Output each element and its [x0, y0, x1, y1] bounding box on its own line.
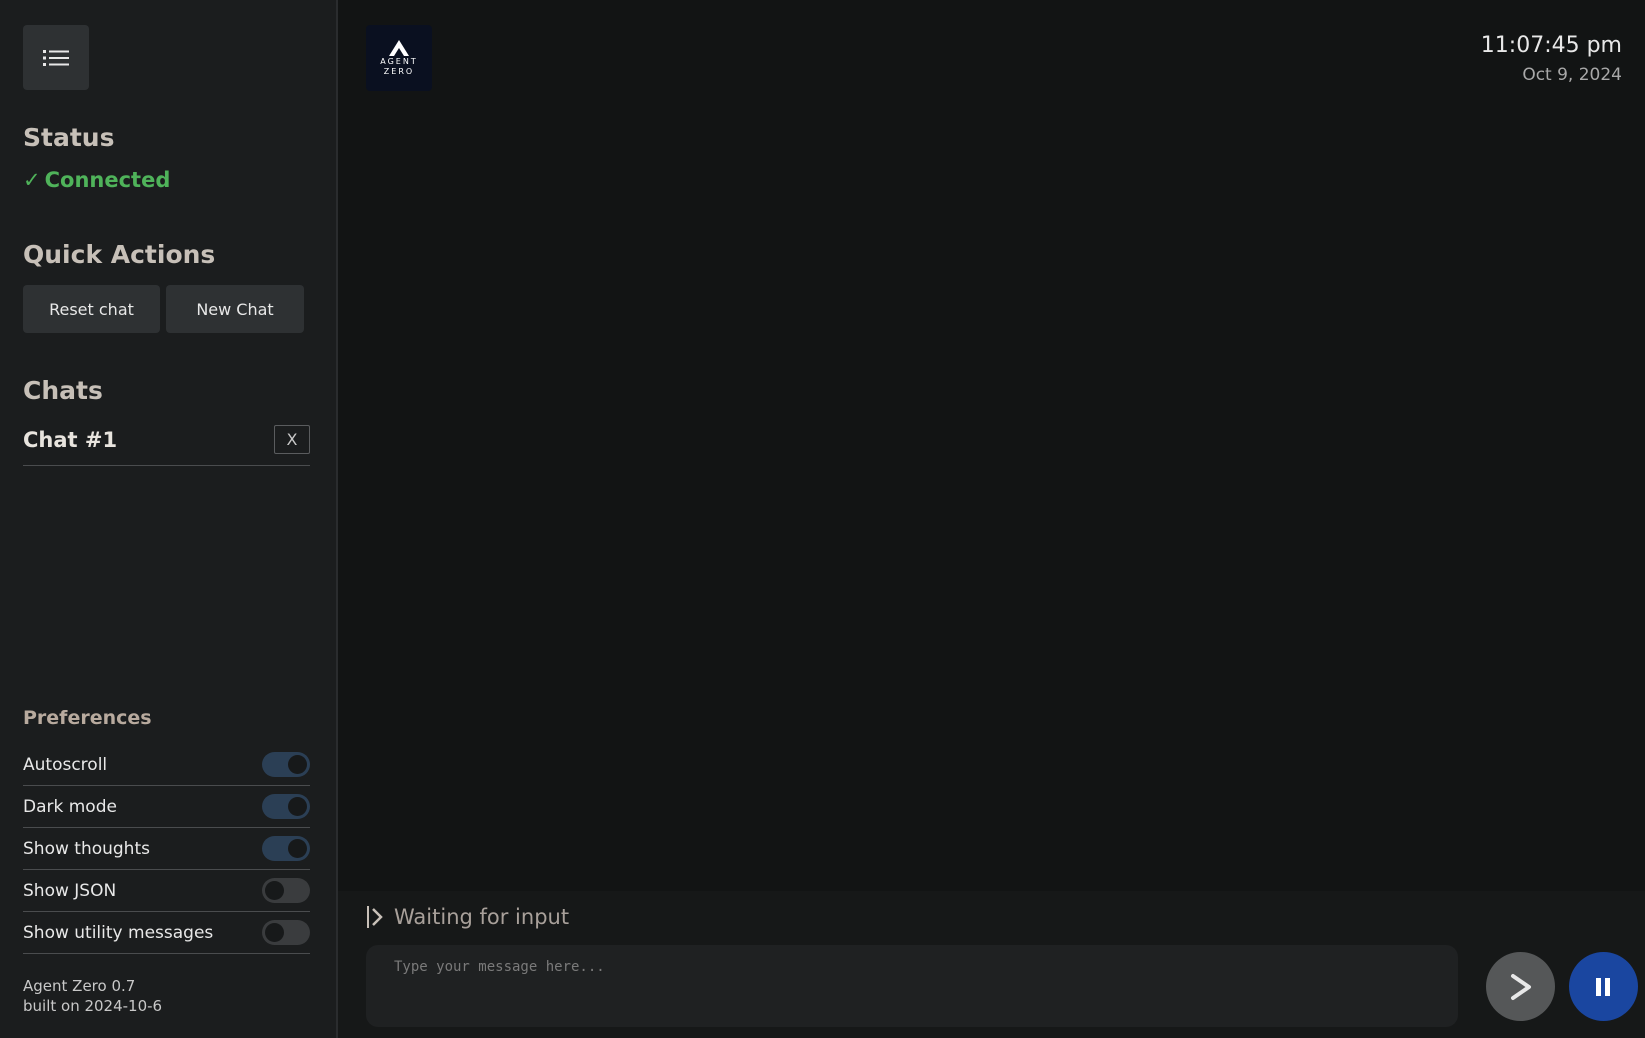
- version-name: Agent Zero 0.7: [23, 977, 136, 995]
- preferences-list: Autoscroll Dark mode Show thoughts Show …: [23, 744, 310, 954]
- pause-button[interactable]: [1569, 952, 1638, 1021]
- chat-list-item[interactable]: Chat #1 X: [23, 425, 310, 466]
- pref-show-utility: Show utility messages: [23, 912, 310, 954]
- pref-dark-mode: Dark mode: [23, 786, 310, 828]
- show-utility-toggle[interactable]: [262, 920, 310, 945]
- chats-heading: Chats: [23, 376, 103, 405]
- status-heading: Status: [23, 123, 115, 152]
- progress-arrow-icon: [367, 906, 383, 928]
- close-chat-button[interactable]: X: [274, 425, 310, 454]
- sidebar: Status ✓ Connected Quick Actions Reset c…: [0, 0, 338, 1038]
- toggle-knob: [288, 755, 307, 774]
- chat-name: Chat #1: [23, 428, 118, 452]
- logo-text-line2: ZERO: [383, 67, 415, 76]
- pref-label: Show thoughts: [23, 838, 150, 859]
- logo-a-icon: [389, 40, 409, 56]
- pause-icon: [1595, 977, 1610, 996]
- show-thoughts-toggle[interactable]: [262, 836, 310, 861]
- pref-label: Show JSON: [23, 880, 117, 901]
- progress-text: Waiting for input: [394, 905, 570, 929]
- quick-actions: Reset chat New Chat: [23, 285, 304, 333]
- build-date: built on 2024-10-6: [23, 997, 163, 1015]
- current-date: Oct 9, 2024: [1522, 65, 1622, 85]
- pref-show-json: Show JSON: [23, 870, 310, 912]
- chat-main: AGENT ZERO 11:07:45 pm Oct 9, 2024 Waiti…: [338, 0, 1645, 1038]
- toggle-knob: [288, 797, 307, 816]
- send-icon: [1510, 973, 1531, 1000]
- clock: 11:07:45 pm Oct 9, 2024: [1481, 33, 1622, 85]
- dark-mode-toggle[interactable]: [262, 794, 310, 819]
- new-chat-button[interactable]: New Chat: [166, 285, 304, 333]
- toggle-knob: [265, 923, 284, 942]
- toggle-knob: [288, 839, 307, 858]
- current-time: 11:07:45 pm: [1480, 33, 1622, 58]
- pref-label: Show utility messages: [23, 922, 214, 943]
- pref-label: Dark mode: [23, 796, 117, 817]
- autoscroll-toggle[interactable]: [262, 752, 310, 777]
- pref-show-thoughts: Show thoughts: [23, 828, 310, 870]
- progress-bar: Waiting for input: [366, 905, 569, 929]
- reset-chat-button[interactable]: Reset chat: [23, 285, 160, 333]
- pref-autoscroll: Autoscroll: [23, 744, 310, 786]
- pref-label: Autoscroll: [23, 754, 108, 775]
- input-section: Waiting for input: [338, 891, 1645, 1038]
- preferences-heading: Preferences: [23, 707, 152, 729]
- send-button[interactable]: [1486, 952, 1555, 1021]
- toggle-knob: [265, 881, 284, 900]
- app-root: Status ✓ Connected Quick Actions Reset c…: [0, 0, 1645, 1038]
- show-json-toggle[interactable]: [262, 878, 310, 903]
- checkmark-icon: ✓: [23, 168, 41, 192]
- status-text: Connected: [44, 168, 171, 192]
- quick-actions-heading: Quick Actions: [23, 240, 216, 269]
- sidebar-toggle-button[interactable]: [23, 25, 89, 90]
- logo-text-line1: AGENT: [380, 57, 418, 66]
- status-badge: ✓ Connected: [23, 168, 170, 192]
- list-icon: [43, 49, 69, 66]
- version-info: Agent Zero 0.7 built on 2024-10-6: [23, 976, 162, 1016]
- agent-zero-logo: AGENT ZERO: [366, 25, 432, 91]
- message-input[interactable]: [366, 945, 1458, 1027]
